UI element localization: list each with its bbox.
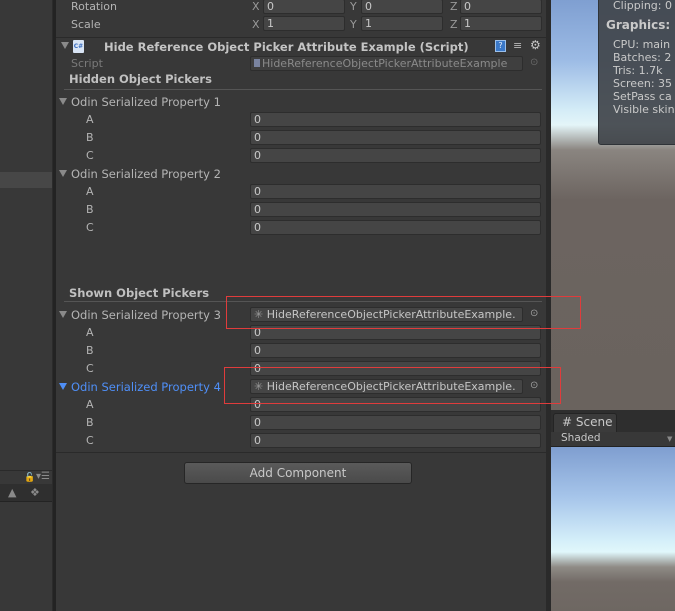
property-2-label[interactable]: Odin Serialized Property 2 xyxy=(71,167,221,181)
rotation-row: Rotation X 0 Y 0 Z 0 xyxy=(56,0,546,16)
field-b-label: B xyxy=(86,203,94,216)
property-3-label[interactable]: Odin Serialized Property 3 xyxy=(71,308,221,322)
property-2-c-field[interactable]: 0 xyxy=(250,220,541,235)
scale-z-field[interactable]: 1 xyxy=(460,16,542,31)
field-c-label: C xyxy=(86,221,94,234)
property-1-a-field[interactable]: 0 xyxy=(250,112,541,127)
field-b-label: B xyxy=(86,131,94,144)
component-header[interactable]: C# Hide Reference Object Picker Attribut… xyxy=(56,37,546,55)
axis-z-label: Z xyxy=(450,18,458,31)
rotation-x-field[interactable]: 0 xyxy=(263,0,345,14)
script-picker-icon[interactable]: ⊙ xyxy=(530,57,538,68)
gear-icon[interactable]: ⚙ xyxy=(530,38,541,52)
stats-line: Visible skin xyxy=(613,103,675,116)
section-divider xyxy=(64,89,542,90)
rotation-y-field[interactable]: 0 xyxy=(361,0,443,14)
field-c-label: C xyxy=(86,149,94,162)
rotation-label: Rotation xyxy=(71,0,118,13)
stats-clipping: Clipping: 0 xyxy=(613,0,672,12)
property-2-a-field[interactable]: 0 xyxy=(250,184,541,199)
scale-x-field[interactable]: 1 xyxy=(263,16,345,31)
tag-icon[interactable]: ❖ xyxy=(30,486,40,499)
grid-icon: # xyxy=(562,415,573,429)
foldout-triangle-icon[interactable] xyxy=(59,170,67,177)
foldout-triangle-icon[interactable] xyxy=(59,383,67,390)
annotation-box xyxy=(226,296,581,329)
script-row: Script HideReferenceObjectPickerAttribut… xyxy=(56,55,546,73)
stats-overlay: Clipping: 0 Graphics: CPU: main Batches:… xyxy=(598,0,675,145)
stats-line: Batches: 2 xyxy=(613,51,672,64)
axis-x-label: X xyxy=(252,18,260,31)
hierarchy-panel: 🔓 ▾☰ ▲ ❖ xyxy=(0,0,52,611)
foldout-triangle-icon[interactable] xyxy=(61,42,69,49)
add-component-button[interactable]: Add Component xyxy=(184,462,412,484)
property-2-b-field[interactable]: 0 xyxy=(250,202,541,217)
property-3-b-field[interactable]: 0 xyxy=(250,343,541,358)
shown-section-title: Shown Object Pickers xyxy=(69,286,210,300)
axis-y-label: Y xyxy=(350,18,357,31)
preset-sliders-icon[interactable]: ≡ xyxy=(513,39,522,52)
axis-x-label: X xyxy=(252,0,260,13)
foldout-triangle-icon[interactable] xyxy=(59,311,67,318)
hidden-section-title: Hidden Object Pickers xyxy=(69,72,212,86)
scene-viewport[interactable] xyxy=(551,447,675,611)
property-1-label[interactable]: Odin Serialized Property 1 xyxy=(71,95,221,109)
field-b-label: B xyxy=(86,344,94,357)
script-file-icon xyxy=(254,59,260,67)
help-book-icon[interactable]: ? xyxy=(495,40,506,52)
property-4-c-field[interactable]: 0 xyxy=(250,433,541,448)
stats-line: SetPass ca xyxy=(613,90,672,103)
annotation-box xyxy=(224,367,561,404)
field-c-label: C xyxy=(86,434,94,447)
component-title: Hide Reference Object Picker Attribute E… xyxy=(104,40,469,54)
script-field[interactable]: HideReferenceObjectPickerAttributeExampl… xyxy=(250,56,523,71)
menu-icon[interactable]: ▾☰ xyxy=(36,471,50,482)
scene-toolbar: Shaded ▼ xyxy=(551,432,675,447)
stats-line: CPU: main xyxy=(613,38,671,51)
stats-graphics-title: Graphics: xyxy=(606,18,671,32)
scene-tab[interactable]: # Scene xyxy=(553,413,617,432)
foldout-triangle-icon[interactable] xyxy=(59,98,67,105)
scale-row: Scale X 1 Y 1 Z 1 xyxy=(56,16,546,34)
hierarchy-selected-row[interactable] xyxy=(0,172,52,188)
field-c-label: C xyxy=(86,362,94,375)
field-a-label: A xyxy=(86,398,94,411)
scale-y-field[interactable]: 1 xyxy=(361,16,443,31)
field-b-label: B xyxy=(86,416,94,429)
property-4-b-field[interactable]: 0 xyxy=(250,415,541,430)
property-4-label[interactable]: Odin Serialized Property 4 xyxy=(71,380,221,394)
axis-y-label: Y xyxy=(350,0,357,13)
field-a-label: A xyxy=(86,113,94,126)
field-a-label: A xyxy=(86,326,94,339)
shapes-icon[interactable]: ▲ xyxy=(8,486,16,499)
field-a-label: A xyxy=(86,185,94,198)
hierarchy-bottom-toolbar: 🔓 ▾☰ xyxy=(0,470,52,484)
script-label: Script xyxy=(71,57,103,70)
component-divider xyxy=(56,452,546,453)
rotation-z-field[interactable]: 0 xyxy=(460,0,542,14)
stats-line: Screen: 35 xyxy=(613,77,673,90)
script-value: HideReferenceObjectPickerAttributeExampl… xyxy=(262,57,508,70)
csharp-script-icon: C# xyxy=(73,40,84,53)
scale-label: Scale xyxy=(71,18,101,31)
property-1-b-field[interactable]: 0 xyxy=(250,130,541,145)
lock-icon[interactable]: 🔓 xyxy=(24,473,35,483)
dropdown-arrow-icon[interactable]: ▼ xyxy=(667,435,672,443)
axis-z-label: Z xyxy=(450,0,458,13)
stats-line: Tris: 1.7k xyxy=(613,64,663,77)
property-1-c-field[interactable]: 0 xyxy=(250,148,541,163)
scene-tab-bar: # Scene xyxy=(551,410,675,432)
hierarchy-filter-bar: ▲ ❖ xyxy=(0,484,52,502)
shading-mode-dropdown[interactable]: Shaded xyxy=(561,432,601,444)
scene-tab-label: Scene xyxy=(575,415,613,429)
